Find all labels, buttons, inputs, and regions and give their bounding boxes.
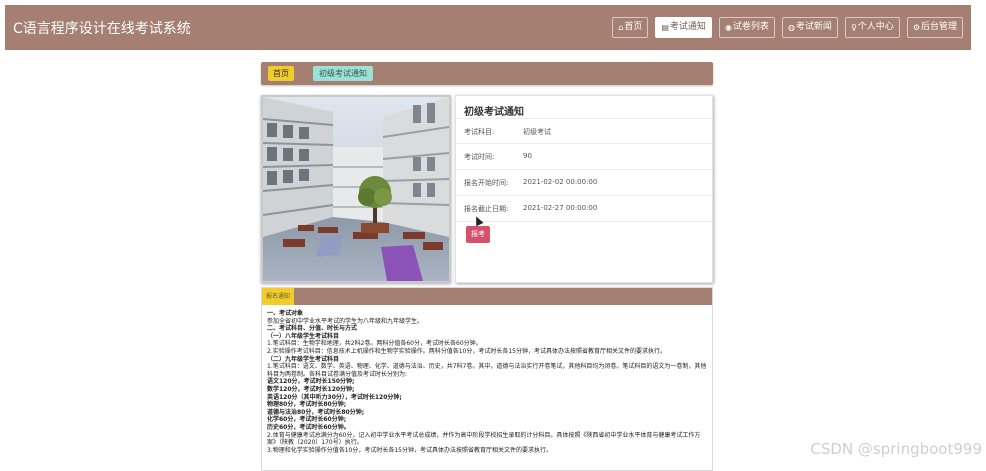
breadcrumb: 首页 初级考试通知 [261,62,713,85]
nav-item-paper-list[interactable]: ◉ 试卷列表 [718,17,775,38]
detail-label: 报名开始时间: [464,179,509,187]
content-tab[interactable]: 报名通知 [262,288,294,305]
page: C语言程序设计在线考试系统 ⌂ 首页 ▤ 考试通知 ◉ 试卷列表 ◍ 考试新闻 ♀ 个人中心 ⚙ 后台… [0,0,986,471]
news-icon: ◍ [787,23,795,32]
breadcrumb-home[interactable]: 首页 [268,66,294,81]
notice-content-section: 报名通知 一、考试对象 参加全省初中学业水平考试的学生为八年级和九年级学生。 二、考… [261,287,713,471]
nav-item-news[interactable]: ◍ 考试新闻 [781,17,838,38]
detail-label: 报名截止日期: [464,205,509,213]
nav-item-label: 首页 [624,22,643,32]
watermark: CSDN @springboot999 [810,440,982,458]
header-bar: C语言程序设计在线考试系统 ⌂ 首页 ▤ 考试通知 ◉ 试卷列表 ◍ 考试新闻 ♀ 个人中心 ⚙ 后台… [5,5,971,50]
content-line: 3.物理和化学实验操作分值各10分，考试时长各15分钟，考试具体办法按照省教育厅… [267,446,552,454]
content-body: 一、考试对象 参加全省初中学业水平考试的学生为八年级和九年级学生。 二、考试科目、分… [267,310,707,454]
main-nav: ⌂ 首页 ▤ 考试通知 ◉ 试卷列表 ◍ 考试新闻 ♀ 个人中心 ⚙ 后台管理 [612,17,963,38]
content-line: 物理80分，考试时长80分钟; [267,401,347,409]
detail-row-signup-start: 报名开始时间: 2021-02-02 00:00:00 [456,169,713,194]
notice-detail-panel: 初级考试通知 考试科目: 初级考试 考试时间: 90 报名开始时间: 2021-… [455,95,713,283]
notice-icon: ▤ [661,23,669,32]
content-line: 二、考试科目、分值、时长与方式 [267,325,358,333]
detail-row-subject: 考试科目: 初级考试 [456,118,713,143]
detail-label: 考试科目: [464,128,495,136]
nav-item-user[interactable]: ♀ 个人中心 [844,17,900,38]
content-line: 2.体育与健康考试总满分为60分，记入初中学业水平考试总成绩，并作为高中阶段学校… [267,431,701,447]
content-line: 语文120分，考试时长150分钟; [267,378,355,386]
detail-value: 初级考试 [523,128,551,136]
paper-list-icon: ◉ [724,23,732,32]
school-building-image [261,95,451,283]
content-line: 数学120分，考试时长120分钟; [267,385,355,393]
content-line: 一、考试对象 [267,310,304,317]
detail-value: 2021-02-27 00:00:00 [523,204,598,212]
detail-row-action [456,221,713,245]
notice-title: 初级考试通知 [464,107,524,118]
nav-item-notice[interactable]: ▤ 考试通知 [655,17,712,38]
content-line: 英语120分（其中听力30分），考试时长120分钟; [267,393,402,401]
detail-row-signup-end: 报名截止日期: 2021-02-27 00:00:00 [456,195,713,220]
nav-item-label: 试卷列表 [732,22,769,32]
detail-value: 90 [523,152,532,160]
content-line: 历史60分，考试时长60分钟。 [267,423,350,431]
home-icon: ⌂ [618,23,624,32]
detail-row-duration: 考试时间: 90 [456,143,713,168]
content-line: 化学60分，考试时长60分钟; [267,416,347,424]
content-line: 1.笔试科目：生物学和地理，共2科2卷。两科分值各60分，考试时长各60分钟。 [267,340,482,348]
nav-item-label: 考试通知 [669,22,706,32]
content-header-bar: 报名通知 [262,288,712,305]
nav-item-label: 考试新闻 [795,22,832,32]
site-title: C语言程序设计在线考试系统 [13,21,191,37]
admin-icon: ⚙ [912,23,920,32]
content-line: 2.实验操作考试科目：信息技术上机操作和生物学实验操作。两科分值各10分，考试时… [267,347,666,355]
content-line: 1.笔试科目：语文、数学、英语、物理、化学、道德与法治、历史，共7科7卷。其中，… [267,363,707,378]
nav-item-home[interactable]: ⌂ 首页 [612,17,649,38]
nav-item-label: 后台管理 [920,22,957,32]
user-icon: ♀ [850,23,857,32]
breadcrumb-current: 初级考试通知 [313,66,373,81]
signup-button[interactable]: 报考 [466,226,490,243]
nav-item-label: 个人中心 [857,22,894,32]
detail-label: 考试时间: [464,153,495,161]
detail-value: 2021-02-02 00:00:00 [523,178,598,186]
nav-item-admin[interactable]: ⚙ 后台管理 [906,17,963,38]
